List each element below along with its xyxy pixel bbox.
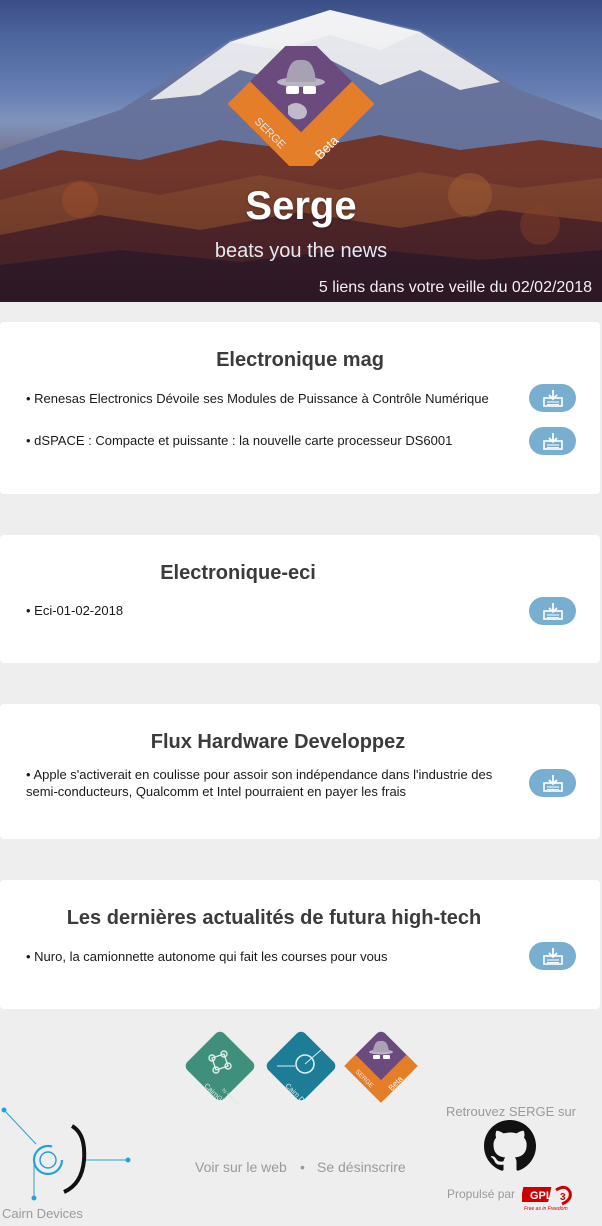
svg-text:GPL: GPL (530, 1190, 553, 1202)
cairngit-logo[interactable]: CairnGit by Cairn Devices (182, 1028, 258, 1104)
download-icon (542, 433, 563, 450)
download-button[interactable] (529, 769, 576, 797)
serge-logo: SERGE Beta (227, 46, 375, 166)
section-title: Electronique-eci (160, 562, 316, 584)
separator-dot: • (300, 1159, 305, 1175)
download-button[interactable] (529, 384, 576, 412)
find-serge-label: Retrouvez SERGE sur (445, 1104, 576, 1119)
page-subtitle: beats you the news (214, 240, 388, 262)
section-card: Electronique-eci • Eci-01-02-2018 (0, 535, 600, 663)
section-title: Electronique mag (216, 349, 384, 371)
github-icon[interactable] (484, 1120, 536, 1172)
download-icon (542, 390, 563, 407)
cairn-devices-logo[interactable]: Cairn Devices (263, 1028, 339, 1104)
links-summary: 5 liens dans votre veille du 02/02/2018 (318, 279, 592, 296)
download-icon (542, 775, 563, 792)
serge-footer-logo[interactable]: SERGE Beta (343, 1028, 419, 1104)
web-view-link[interactable]: Voir sur le web (195, 1159, 287, 1175)
header-banner: SERGE Beta Serge beats you the news 5 li… (0, 0, 602, 302)
download-button[interactable] (529, 942, 576, 970)
section-card: Electronique mag • Renesas Electronics D… (0, 322, 600, 494)
section-title: Les dernières actualités de futura high-… (66, 907, 482, 929)
page-title: Serge (245, 184, 357, 228)
unsubscribe-link[interactable]: Se désinscrire (317, 1159, 406, 1175)
svg-text:Free as in Freedom: Free as in Freedom (524, 1206, 568, 1212)
news-link[interactable]: • Nuro, la camionnette autonome qui fait… (26, 948, 504, 965)
company-label: Cairn Devices (2, 1206, 83, 1221)
powered-by-label: Propulsé par (447, 1187, 516, 1201)
news-link[interactable]: • Eci-01-02-2018 (26, 602, 504, 619)
gpl-logo[interactable]: GPL 3 Free as in Freedom (522, 1184, 576, 1212)
section-card: Flux Hardware Developpez • Apple s'activ… (0, 704, 600, 839)
download-button[interactable] (529, 427, 576, 455)
download-icon (542, 603, 563, 620)
news-link[interactable]: • Apple s'activerait en coulisse pour as… (26, 766, 504, 800)
download-icon (542, 948, 563, 965)
cairn-devices-emblem (1, 1107, 131, 1201)
section-card: Les dernières actualités de futura high-… (0, 880, 600, 1009)
section-title: Flux Hardware Developpez (150, 731, 406, 753)
download-button[interactable] (529, 597, 576, 625)
news-link[interactable]: • Renesas Electronics Dévoile ses Module… (26, 390, 504, 407)
svg-text:3: 3 (560, 1192, 566, 1203)
news-link[interactable]: • dSPACE : Compacte et puissante : la no… (26, 432, 504, 449)
